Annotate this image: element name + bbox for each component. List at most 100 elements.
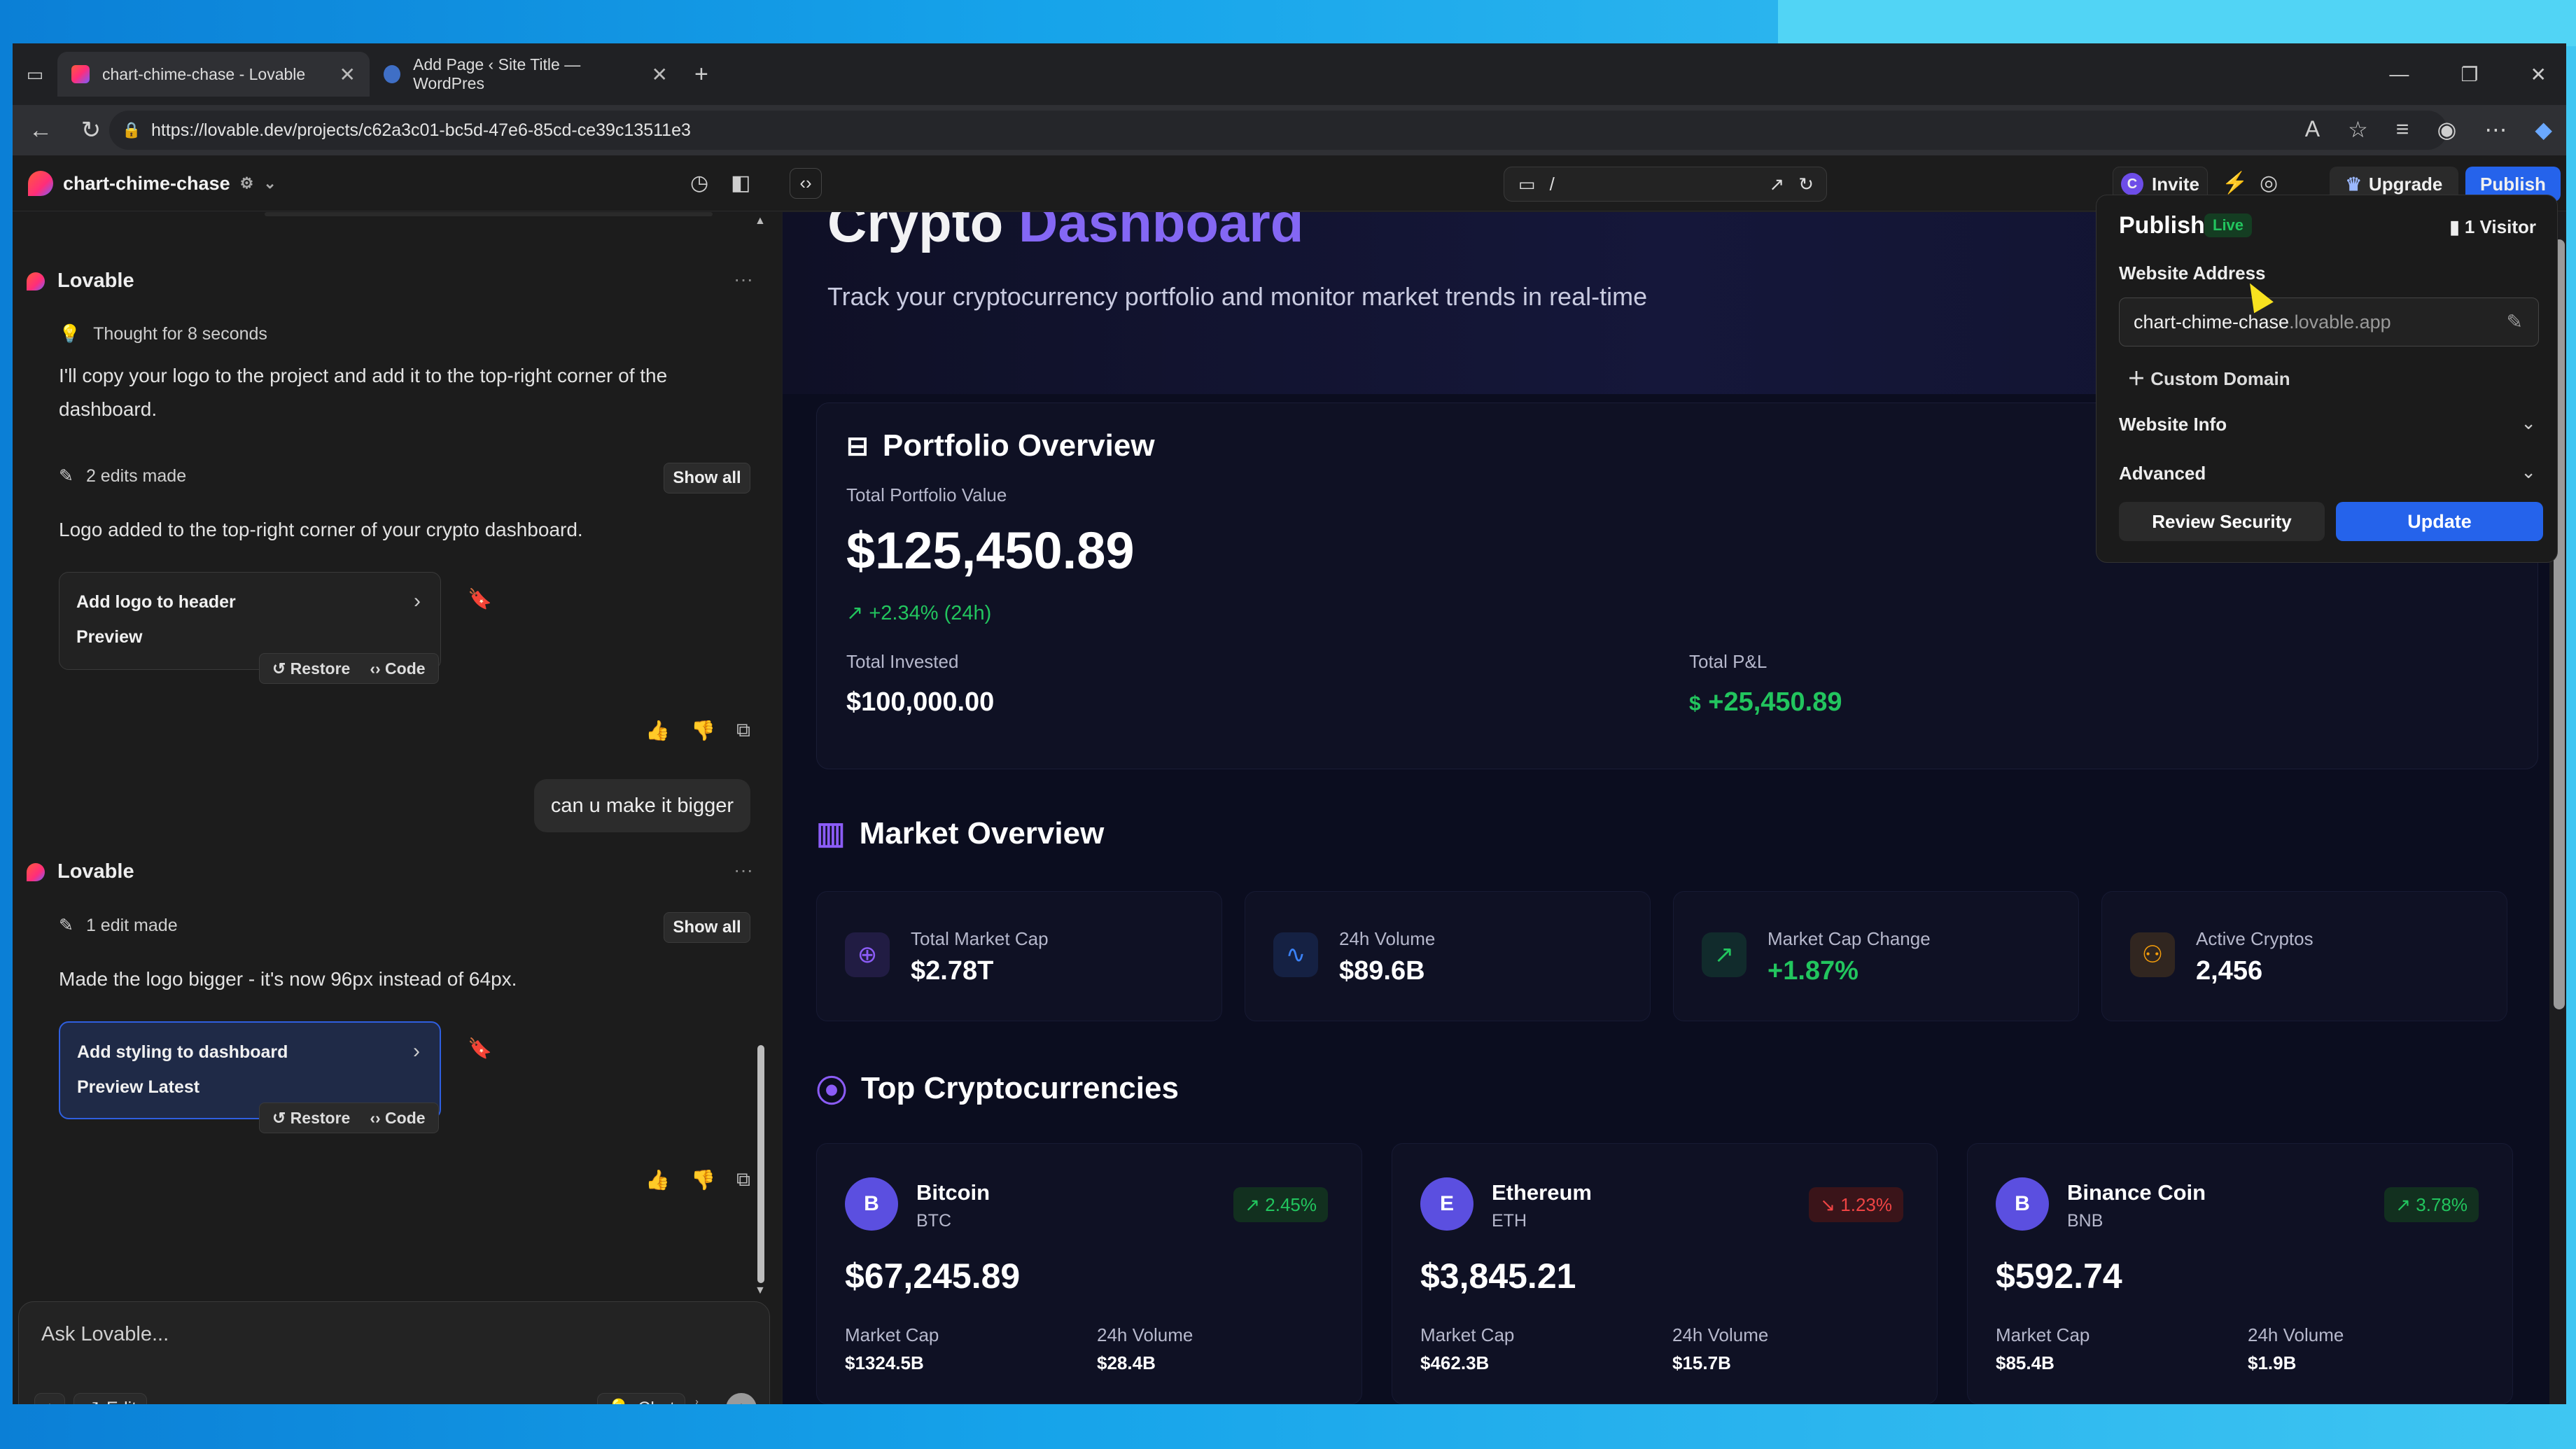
copilot-icon[interactable]: ◆ (2535, 116, 2552, 143)
copy-icon[interactable]: ⧉ (736, 719, 750, 742)
show-all-button[interactable]: Show all (664, 912, 750, 943)
scroll-down-icon[interactable]: ▼ (755, 1284, 766, 1297)
version-title: Add logo to header (76, 592, 236, 612)
chat-scrollbar[interactable] (757, 1045, 764, 1283)
coin-avatar: B (1996, 1177, 2049, 1231)
message-menu-icon[interactable]: ··· (734, 268, 753, 290)
coin-card[interactable]: B Binance Coin BNB ↗ 3.78% $592.74 Market Cap… (1967, 1143, 2513, 1404)
device-icon: ▭ (1518, 173, 1536, 195)
trending-up-icon: ↗ (2395, 1194, 2416, 1215)
restore-button[interactable]: ↺ Restore (272, 659, 350, 678)
chevron-down-icon[interactable]: ⌄ (2521, 461, 2536, 483)
visitor-count[interactable]: ▮ 1 Visitor (2449, 216, 2536, 238)
review-security-button[interactable]: Review Security (2119, 502, 2325, 541)
advanced-toggle[interactable]: Advanced (2119, 463, 2206, 484)
minimize-icon[interactable]: — (2389, 63, 2409, 86)
chat-input[interactable]: Ask Lovable... + ⤢ Edit 💡 Chat ⦚ ↑ (18, 1301, 770, 1404)
close-tab-icon[interactable]: ✕ (652, 63, 668, 86)
refresh-preview-icon[interactable]: ↻ (1798, 174, 1814, 195)
send-button[interactable]: ↑ (726, 1393, 757, 1404)
version-preview-link[interactable]: Preview Latest (77, 1077, 200, 1098)
code-button[interactable]: ‹› Code (370, 1109, 425, 1128)
users-icon: ⚇ (2130, 932, 2175, 977)
address-subdomain: chart-chime-chase (2134, 312, 2290, 332)
edit-mode-button[interactable]: ⤢ Edit (74, 1393, 148, 1405)
new-tab-button[interactable]: + (694, 61, 708, 88)
reload-icon[interactable]: ↻ (77, 116, 105, 144)
profile-icon[interactable]: ◉ (2437, 116, 2456, 143)
tab-bar: ▭ chart-chime-chase - Lovable ✕ Add Page… (13, 43, 2566, 105)
market-heading: ▥ Market Overview (816, 816, 1104, 851)
history-icon[interactable]: ◷ (690, 171, 708, 195)
chat-mode-button[interactable]: 💡 Chat (597, 1393, 685, 1404)
preview-path-bar[interactable]: ▭ / ↗ ↻ (1504, 167, 1827, 202)
assistant-message: Logo added to the top-right corner of yo… (59, 519, 583, 540)
panel-toggle-icon[interactable]: ◧ (731, 171, 750, 195)
close-tab-icon[interactable]: ✕ (340, 63, 356, 86)
favorites-list-icon[interactable]: ≡ (2396, 116, 2409, 143)
bookmark-icon[interactable]: 🔖 (468, 587, 492, 610)
chat-panel: ▲ Lovable ··· 💡 Thought for 8 seconds I'… (13, 212, 781, 1404)
file-edit-icon: ✎ (59, 466, 74, 486)
voice-icon[interactable]: ⦚ (695, 1397, 699, 1404)
restore-button[interactable]: ↺ Restore (272, 1109, 350, 1128)
bookmark-icon[interactable]: 🔖 (468, 1037, 492, 1060)
add-attachment-button[interactable]: + (34, 1393, 65, 1404)
plus-icon: + (45, 1399, 55, 1405)
update-button[interactable]: Update (2336, 502, 2543, 541)
website-info-toggle[interactable]: Website Info (2119, 414, 2227, 435)
open-external-icon[interactable]: ↗ (1769, 174, 1784, 195)
copy-icon[interactable]: ⧉ (736, 1168, 750, 1191)
restore-label: Restore (290, 659, 351, 678)
custom-domain-link[interactable]: ＋ Custom Domain (2127, 365, 2290, 391)
read-aloud-icon[interactable]: A (2305, 116, 2320, 143)
bar-chart-icon: ▥ (816, 816, 846, 850)
pencil-icon[interactable]: ✎ (2507, 308, 2523, 336)
thumbs-down-icon[interactable]: 👎 (691, 1168, 715, 1191)
tab-lovable[interactable]: chart-chime-chase - Lovable ✕ (57, 52, 370, 97)
volume-label: 24h Volume (1097, 1324, 1194, 1345)
code-button[interactable]: ‹› Code (370, 659, 425, 678)
lock-icon: 🔒 (122, 121, 141, 139)
more-icon[interactable]: ⋯ (2484, 116, 2507, 143)
message-sender: Lovable (27, 270, 134, 293)
favorite-icon[interactable]: ☆ (2348, 116, 2368, 143)
project-switcher[interactable]: chart-chime-chase ⚙ ⌄ (28, 171, 276, 196)
coins-icon: ⦿ (816, 1074, 847, 1109)
coin-card[interactable]: E Ethereum ETH ↘ 1.23% $3,845.21 Market Cap $4… (1392, 1143, 1938, 1404)
volume-label: 24h Volume (2248, 1324, 2344, 1345)
edit-label: Edit (106, 1399, 136, 1405)
close-window-icon[interactable]: ✕ (2530, 63, 2547, 86)
coin-card[interactable]: B Bitcoin BTC ↗ 2.45% $67,245.89 Market Cap $1… (816, 1143, 1362, 1404)
coin-symbol: BNB (2067, 1211, 2104, 1231)
website-address-field[interactable]: chart-chime-chase.lovable.app ✎ (2119, 298, 2539, 346)
url-text: https://lovable.dev/projects/c62a3c01-bc… (151, 120, 691, 140)
github-icon[interactable]: ◎ (2260, 171, 2278, 195)
tab-wordpress[interactable]: Add Page ‹ Site Title — WordPres ✕ (370, 52, 682, 97)
pnl-label: Total P&L (1689, 651, 1768, 672)
assistant-message: I'll copy your logo to the project and a… (59, 365, 668, 420)
thought-indicator[interactable]: 💡 Thought for 8 seconds (59, 324, 267, 344)
scroll-up-icon[interactable]: ▲ (755, 215, 766, 227)
version-preview-link[interactable]: Preview (76, 627, 143, 648)
code-view-button[interactable]: ‹› (790, 168, 822, 199)
url-field[interactable]: 🔒 https://lovable.dev/projects/c62a3c01-… (109, 111, 2447, 150)
lovable-logo-icon (28, 171, 53, 196)
website-address-label: Website Address (2119, 262, 2266, 284)
back-icon[interactable]: ← (27, 117, 55, 144)
file-edit-icon: ✎ (59, 916, 74, 935)
chevron-down-icon[interactable]: ⌄ (2521, 412, 2536, 434)
publish-popover: Publish Live ▮ 1 Visitor Website Address… (2096, 195, 2558, 563)
show-all-button[interactable]: Show all (664, 463, 750, 493)
thumbs-down-icon[interactable]: 👎 (691, 719, 715, 742)
invite-label: Invite (2152, 173, 2199, 195)
thumbs-up-icon[interactable]: 👍 (645, 719, 670, 742)
restore-icon[interactable]: ❐ (2460, 63, 2478, 86)
sidebar-toggle-icon[interactable]: ▭ (13, 64, 57, 85)
message-sender: Lovable (27, 860, 134, 883)
thumbs-up-icon[interactable]: 👍 (645, 1168, 670, 1191)
message-menu-icon[interactable]: ··· (734, 859, 753, 881)
supabase-icon[interactable]: ⚡ (2222, 171, 2248, 195)
coin-price: $3,845.21 (1420, 1256, 1576, 1296)
crown-icon: ♛ (2345, 173, 2362, 195)
